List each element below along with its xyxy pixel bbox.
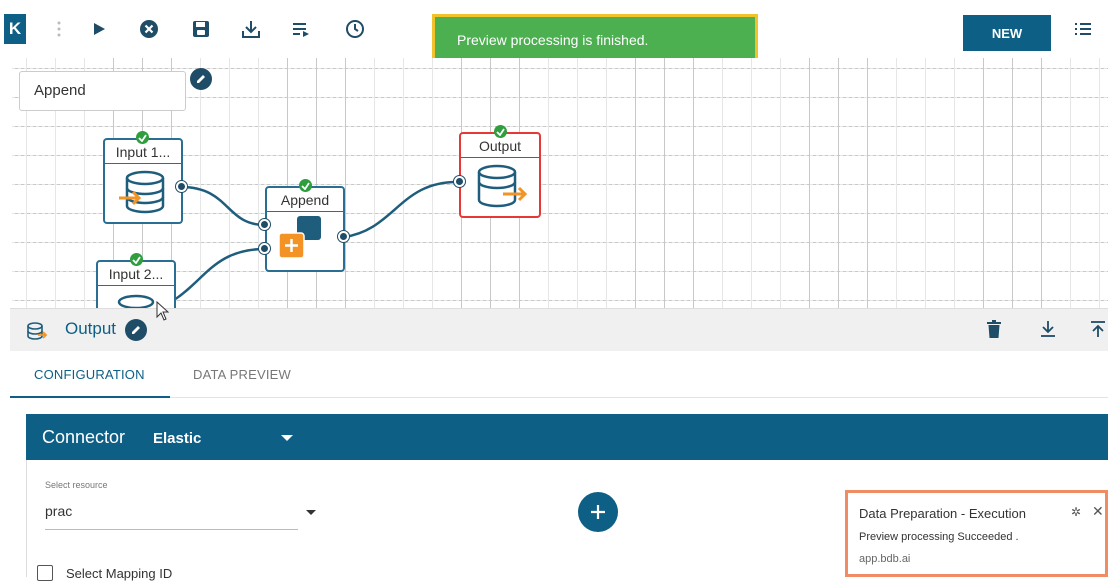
status-ok-icon: [136, 131, 149, 144]
tab-configuration[interactable]: CONFIGURATION: [34, 367, 145, 382]
resource-select[interactable]: prac: [45, 503, 72, 519]
status-ok-icon: [130, 253, 143, 266]
append-icon: [278, 216, 321, 259]
notification-source: app.bdb.ai: [859, 553, 911, 565]
chevron-down-icon[interactable]: [281, 435, 293, 441]
node-output[interactable]: Output: [459, 132, 541, 218]
logo-icon[interactable]: K: [4, 14, 26, 44]
history-icon[interactable]: [342, 16, 368, 42]
play-icon[interactable]: [86, 16, 112, 42]
output-port[interactable]: [338, 231, 349, 242]
resource-label: Select resource: [45, 480, 108, 490]
stop-icon[interactable]: [136, 16, 162, 42]
notification-title: Data Preparation - Execution: [859, 506, 1026, 521]
edit-name-icon[interactable]: [190, 68, 212, 90]
gear-icon[interactable]: ✲: [1071, 505, 1081, 519]
resource-underline: [45, 529, 298, 530]
connector-header: Connector Elastic: [26, 414, 1108, 460]
connector-label: Connector: [42, 427, 126, 447]
output-port[interactable]: [176, 181, 187, 192]
mapping-id-checkbox[interactable]: [37, 565, 53, 581]
node-append[interactable]: Append: [265, 186, 345, 272]
component-panel-bar: Output: [10, 308, 1108, 351]
connector-select[interactable]: Elastic: [153, 430, 201, 447]
list-run-icon[interactable]: [288, 16, 314, 42]
top-toolbar: K Preview processing is finished. NEW: [0, 0, 1108, 66]
trash-icon[interactable]: [987, 320, 1001, 343]
active-tab-indicator: [10, 396, 170, 398]
tab-bar: CONFIGURATION DATA PREVIEW: [10, 351, 1108, 398]
tab-data-preview[interactable]: DATA PREVIEW: [193, 367, 291, 382]
database-out-icon: [26, 321, 48, 346]
drag-handle-icon: [46, 16, 72, 42]
workflow-name-input[interactable]: Append: [19, 71, 186, 111]
mouse-cursor-icon: [156, 300, 170, 326]
chevron-down-icon[interactable]: [306, 510, 316, 515]
mapping-id-label: Select Mapping ID: [66, 566, 173, 581]
close-icon[interactable]: ✕: [1092, 503, 1104, 520]
status-ok-icon: [494, 125, 507, 138]
plus-icon: [591, 505, 605, 519]
status-ok-icon: [299, 179, 312, 192]
notification-popup: Data Preparation - Execution ✲ ✕ Preview…: [845, 490, 1108, 577]
workflow-name-value: Append: [34, 82, 86, 99]
save-icon[interactable]: [188, 16, 214, 42]
upload-icon[interactable]: [1090, 320, 1106, 343]
edit-title-icon[interactable]: [125, 319, 147, 341]
input-port[interactable]: [259, 219, 270, 230]
download-icon[interactable]: [1040, 320, 1056, 343]
panel-title: Output: [65, 319, 117, 338]
database-in-icon: [119, 170, 165, 214]
download-icon[interactable]: [238, 16, 264, 42]
menu-list-icon[interactable]: [1070, 16, 1096, 42]
node-input-1[interactable]: Input 1...: [103, 138, 183, 224]
input-port[interactable]: [454, 176, 465, 187]
notification-message: Preview processing Succeeded .: [859, 531, 1019, 543]
add-button[interactable]: [578, 492, 618, 532]
database-out-icon: [477, 164, 528, 208]
input-port[interactable]: [259, 243, 270, 254]
new-button[interactable]: NEW: [963, 15, 1051, 51]
